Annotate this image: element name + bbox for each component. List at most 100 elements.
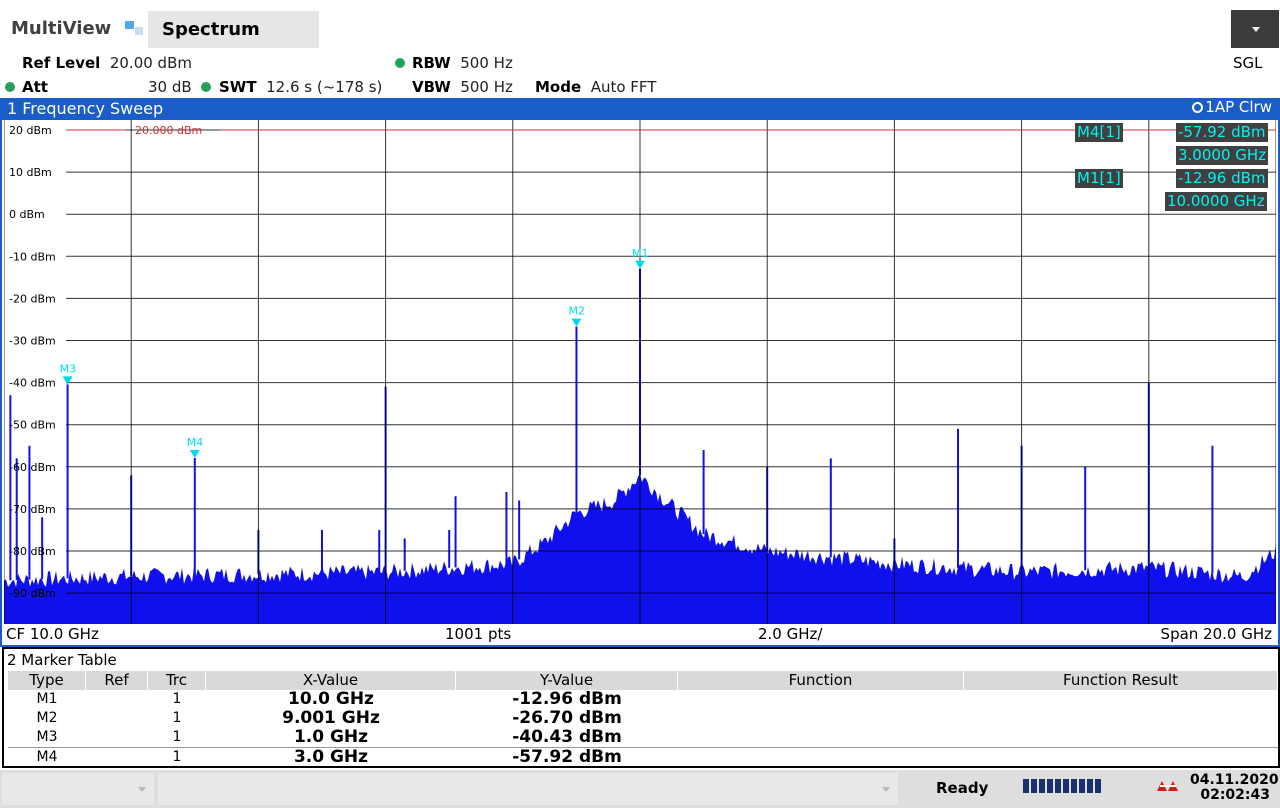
frequency-span: Span 20.0 GHz bbox=[1160, 625, 1272, 643]
cell-y: -57.92 dBm bbox=[512, 747, 622, 767]
rbw-setting[interactable]: RBW 500 Hz bbox=[412, 54, 513, 72]
cell-function bbox=[678, 690, 964, 709]
swt-status-dot bbox=[201, 82, 211, 92]
frequency-per-division: 2.0 GHz/ bbox=[758, 625, 823, 643]
marker-table-title: 2 Marker Table bbox=[7, 651, 117, 669]
marker-table-header: Type Ref Trc X-Value Y-Value Function Fu… bbox=[8, 671, 1278, 690]
vbw-value: 500 Hz bbox=[460, 78, 513, 96]
cell-trc: 1 bbox=[172, 710, 182, 726]
column-y-value: Y-Value bbox=[456, 671, 678, 690]
att-value: 30 dB bbox=[148, 78, 192, 96]
trace-circle-icon bbox=[1192, 102, 1204, 113]
title-bar: MultiView Spectrum bbox=[0, 0, 1280, 50]
cell-result bbox=[964, 690, 1278, 709]
mode-setting[interactable]: Mode Auto FFT bbox=[535, 78, 656, 96]
sweep-window-title-bar[interactable]: 1 Frequency Sweep 1AP Clrw bbox=[0, 98, 1280, 120]
sweep-window-title: 1 Frequency Sweep bbox=[7, 99, 164, 118]
cell-y: -26.70 dBm bbox=[512, 708, 622, 728]
table-row[interactable]: M3 1 1.0 GHz -40.43 dBm bbox=[8, 728, 1278, 747]
att-setting-label[interactable]: Att bbox=[22, 78, 48, 96]
ref-level-value: 20.00 dBm bbox=[109, 54, 192, 72]
marker-m4[interactable] bbox=[189, 450, 200, 459]
cell-x: 10.0 GHz bbox=[288, 689, 374, 709]
y-tick-label: -50 dBm bbox=[9, 419, 56, 432]
marker-info-m1-level: -12.96 dBm bbox=[1176, 169, 1268, 188]
trace-info-label: 1AP Clrw bbox=[1205, 98, 1272, 116]
marker-label: M4 bbox=[187, 436, 204, 449]
cell-function bbox=[678, 748, 964, 767]
marker-label: M3 bbox=[60, 362, 77, 375]
column-function-result: Function Result bbox=[964, 671, 1278, 690]
marker-label: M1 bbox=[632, 247, 649, 260]
y-tick-label: -70 dBm bbox=[9, 503, 56, 516]
att-label: Att bbox=[22, 78, 48, 96]
marker-info-m4-freq: 3.0000 GHz bbox=[1176, 146, 1269, 165]
chevron-down-icon bbox=[138, 787, 146, 792]
plot-footer: CF 10.0 GHz 1001 pts 2.0 GHz/ Span 20.0 … bbox=[4, 624, 1276, 644]
marker-label: M2 bbox=[568, 305, 585, 318]
cell-result bbox=[964, 728, 1278, 747]
multiview-icon[interactable] bbox=[125, 21, 143, 35]
dropdown-menu-button[interactable] bbox=[1231, 10, 1279, 48]
status-dropdown-2[interactable] bbox=[158, 773, 898, 805]
marker-info-m1-name: M1[1] bbox=[1075, 169, 1123, 188]
status-time: 02:02:43 bbox=[1200, 787, 1270, 803]
cell-type: M2 bbox=[36, 710, 58, 726]
cell-type: M1 bbox=[36, 691, 58, 707]
trace-info[interactable]: 1AP Clrw bbox=[1192, 98, 1272, 116]
cell-type: M4 bbox=[36, 749, 58, 765]
rs-logo-icon bbox=[1157, 781, 1178, 791]
cell-function bbox=[678, 728, 964, 747]
y-tick-label: -20 dBm bbox=[9, 292, 56, 305]
status-dropdown-1[interactable] bbox=[2, 773, 154, 805]
marker-table[interactable]: 2 Marker Table Type Ref Trc X-Value Y-Va… bbox=[2, 647, 1280, 768]
table-row[interactable]: M2 1 9.001 GHz -26.70 dBm bbox=[8, 709, 1278, 728]
cell-ref bbox=[86, 728, 148, 747]
swt-value: 12.6 s (~178 s) bbox=[266, 78, 383, 96]
cell-function bbox=[678, 709, 964, 728]
marker-m1[interactable] bbox=[635, 260, 645, 269]
chevron-down-icon bbox=[1252, 27, 1260, 32]
cell-ref bbox=[86, 690, 148, 709]
mode-label: Mode bbox=[535, 78, 582, 96]
cell-ref bbox=[86, 748, 148, 767]
rbw-label: RBW bbox=[412, 54, 451, 72]
y-tick-label: 10 dBm bbox=[9, 166, 52, 179]
sweep-mode-label: SGL bbox=[1233, 54, 1263, 72]
marker-info-m1-freq: 10.0000 GHz bbox=[1165, 192, 1267, 211]
cell-result bbox=[964, 748, 1278, 767]
ref-level-label: Ref Level bbox=[22, 54, 101, 72]
vbw-label: VBW bbox=[412, 78, 451, 96]
sweep-points: 1001 pts bbox=[445, 625, 512, 643]
spectrum-plot[interactable]: 20 dBm 10 dBm 0 dBm -10 dBm -20 dBm -30 dBm -4… bbox=[4, 120, 1276, 624]
att-setting-value[interactable]: 30 dB bbox=[148, 78, 192, 96]
marker-m2[interactable] bbox=[571, 318, 582, 327]
chevron-down-icon bbox=[882, 787, 890, 792]
status-datetime: 04.11.2020 02:02:43 bbox=[1190, 773, 1279, 803]
status-bar: Ready 04.11.2020 02:02:43 bbox=[0, 770, 1280, 808]
cell-result bbox=[964, 709, 1278, 728]
swt-setting[interactable]: SWT 12.6 s (~178 s) bbox=[219, 78, 382, 96]
swt-label: SWT bbox=[219, 78, 257, 96]
ref-level-setting[interactable]: Ref Level 20.00 dBm bbox=[22, 54, 192, 72]
cell-x: 3.0 GHz bbox=[293, 747, 369, 767]
column-trc: Trc bbox=[148, 671, 206, 690]
marker-m3[interactable] bbox=[62, 376, 73, 385]
y-tick-label: 20 dBm bbox=[9, 124, 52, 137]
sweep-mode[interactable]: SGL bbox=[1233, 54, 1263, 72]
cell-x: 9.001 GHz bbox=[282, 708, 380, 728]
app-title: MultiView bbox=[11, 18, 112, 39]
column-function: Function bbox=[678, 671, 964, 690]
table-row[interactable]: M1 1 10.0 GHz -12.96 dBm bbox=[8, 690, 1278, 709]
vbw-setting[interactable]: VBW 500 Hz bbox=[412, 78, 513, 96]
y-tick-label: -30 dBm bbox=[9, 335, 56, 348]
marker-info-m4-name: M4[1] bbox=[1075, 123, 1123, 142]
mode-value: Auto FFT bbox=[590, 78, 657, 96]
y-tick-label: -80 dBm bbox=[9, 545, 56, 558]
tab-spectrum[interactable]: Spectrum bbox=[148, 11, 319, 48]
column-ref: Ref bbox=[86, 671, 148, 690]
rbw-value: 500 Hz bbox=[460, 54, 513, 72]
table-row[interactable]: M4 1 3.0 GHz -57.92 dBm bbox=[8, 747, 1278, 767]
cell-trc: 1 bbox=[172, 749, 182, 765]
marker-info-m4-level: -57.92 dBm bbox=[1176, 123, 1268, 142]
